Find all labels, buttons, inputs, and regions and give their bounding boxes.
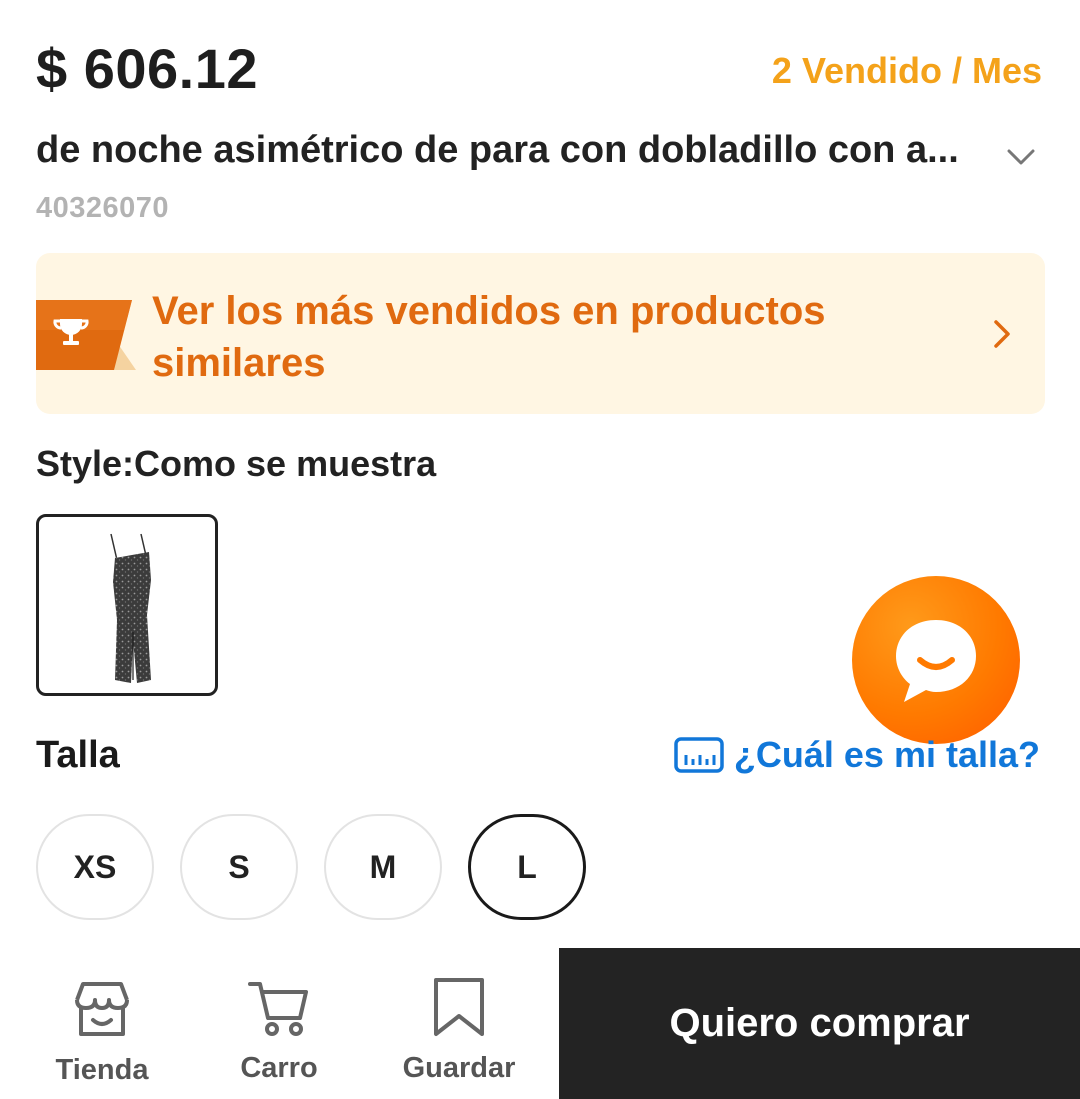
store-icon [75,982,129,1036]
size-guide-link[interactable]: ¿Cuál es mi talla? [674,734,1040,776]
cart-icon [248,982,308,1036]
trophy-icon [36,300,136,370]
save-label: Guardar [402,1052,516,1084]
cart-label: Carro [240,1052,318,1084]
save-nav-item[interactable]: Guardar [389,974,529,1085]
title-row[interactable]: de noche asimétrico de para con dobladil… [36,124,1046,176]
product-price: $ 606.12 [36,37,258,100]
size-option-m[interactable]: M [324,814,442,920]
buy-button[interactable]: Quiero comprar [559,948,1080,1099]
bookmark-icon [434,978,484,1036]
bestsellers-text: Ver los más vendidos en productos simila… [152,289,826,385]
size-options: XS S M L [36,814,586,920]
chevron-right-icon [994,320,1010,348]
size-option-s[interactable]: S [180,814,298,920]
size-guide-text: ¿Cuál es mi talla? [733,734,1040,775]
ruler-icon [674,737,724,773]
chevron-down-icon[interactable] [1004,140,1038,174]
cart-nav-item[interactable]: Carro [209,974,349,1085]
style-label: Style:Como se muestra [36,443,437,484]
store-label: Tienda [55,1054,149,1086]
dress-thumbnail [110,533,151,683]
product-code: 40326070 [36,192,170,224]
product-detail-page: $ 606.12 2 Vendido / Mes de noche asimét… [0,0,1080,1099]
monthly-sales: 2 Vendido / Mes [771,50,1042,91]
chat-icon [896,620,976,702]
store-nav-item[interactable]: Tienda [32,976,172,1087]
style-swatch[interactable] [36,514,218,696]
chat-button[interactable] [852,576,1020,744]
size-label: Talla [36,734,120,776]
size-option-l[interactable]: L [468,814,586,920]
bottom-action-bar: Tienda Carro Guardar Quiero comprar [0,948,1080,1099]
product-title: de noche asimétrico de para con dobladil… [36,128,959,171]
size-option-xs[interactable]: XS [36,814,154,920]
bestsellers-banner[interactable]: Ver los más vendidos en productos simila… [36,253,1045,414]
